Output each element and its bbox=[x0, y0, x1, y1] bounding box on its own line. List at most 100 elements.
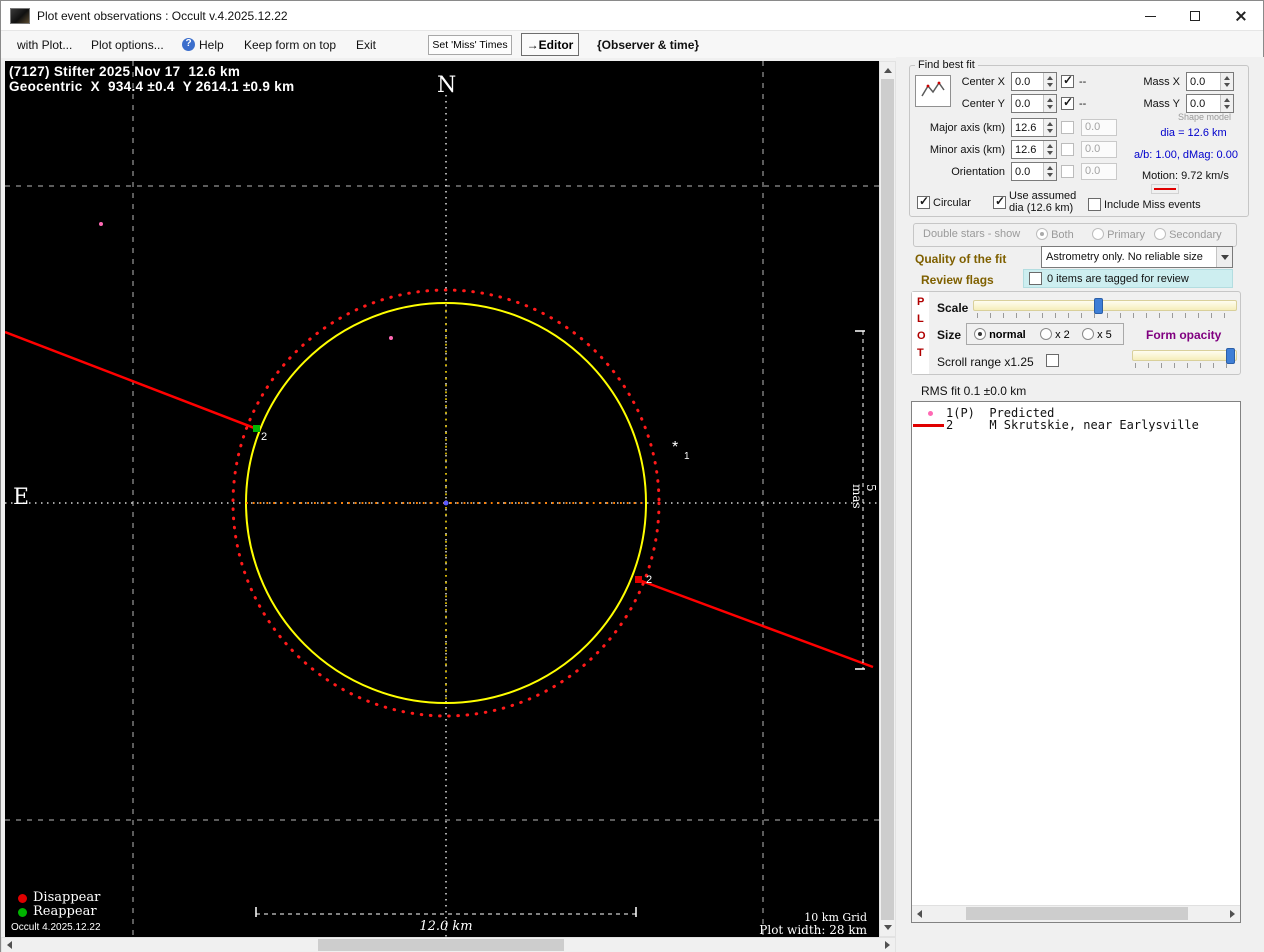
reappear-dot-icon bbox=[18, 908, 27, 917]
scroll-right-icon[interactable] bbox=[1230, 910, 1235, 918]
rms-fit-label: RMS fit 0.1 ±0.0 km bbox=[921, 384, 1027, 398]
plot-header-line1: (7127) Stifter 2025 Nov 17 12.6 km bbox=[9, 64, 241, 79]
legend-reappear-label: Reappear bbox=[33, 904, 97, 919]
spinner-arrows-icon[interactable] bbox=[1220, 73, 1233, 90]
spinner-arrows-icon[interactable] bbox=[1043, 73, 1056, 90]
horizontal-scroll-thumb[interactable] bbox=[318, 939, 564, 951]
dropdown-arrow-icon[interactable] bbox=[1216, 247, 1232, 267]
center-x-alt-label: -- bbox=[1079, 76, 1087, 88]
minor-axis-alt-field: 0.0 bbox=[1081, 141, 1117, 158]
set-miss-times-button[interactable]: Set 'Miss' Times bbox=[428, 35, 512, 55]
plot-horizontal-scrollbar[interactable] bbox=[1, 937, 896, 952]
spinner-arrows-icon[interactable] bbox=[1043, 141, 1056, 158]
spinner-arrows-icon[interactable] bbox=[1043, 119, 1056, 136]
minor-axis-checkbox[interactable] bbox=[1061, 143, 1074, 156]
scroll-left-icon[interactable] bbox=[917, 910, 922, 918]
radio-icon bbox=[974, 328, 986, 340]
review-flags-label: Review flags bbox=[921, 273, 994, 287]
title-bar: Plot event observations : Occult v.4.202… bbox=[1, 1, 1263, 31]
editor-button[interactable]: →Editor bbox=[521, 33, 579, 56]
center-dot bbox=[443, 500, 449, 506]
scale-slider-track[interactable] bbox=[973, 298, 1237, 314]
minor-axis-spinner[interactable]: 12.6 bbox=[1011, 140, 1057, 159]
find-best-fit-title: Find best fit bbox=[915, 59, 978, 71]
plot-vertical-scrollbar[interactable] bbox=[879, 61, 896, 937]
spinner-arrows-icon[interactable] bbox=[1220, 95, 1233, 112]
size-option-normal[interactable]: normal bbox=[974, 328, 1026, 341]
chord-2-egress-line[interactable] bbox=[638, 578, 874, 669]
spinner-arrows-icon[interactable] bbox=[1043, 163, 1056, 180]
chord1-number-label: 2 bbox=[261, 431, 268, 443]
form-opacity-label: Form opacity bbox=[1146, 328, 1222, 342]
spinner-arrows-icon[interactable] bbox=[1043, 95, 1056, 112]
scale-slider-thumb[interactable] bbox=[1094, 298, 1103, 314]
chord-2-ingress-line[interactable] bbox=[5, 330, 258, 431]
vertical-scroll-thumb[interactable] bbox=[881, 79, 894, 920]
star-marker-asterisk: * bbox=[672, 439, 679, 456]
menu-keep-form-on-top[interactable]: Keep form on top bbox=[244, 38, 336, 52]
plot-letter-t: T bbox=[917, 347, 924, 359]
double-stars-title: Double stars - show bbox=[923, 228, 1021, 240]
orientation-spinner[interactable]: 0.0 bbox=[1011, 162, 1057, 181]
include-miss-events-checkbox[interactable] bbox=[1088, 198, 1101, 211]
circular-checkbox[interactable] bbox=[917, 194, 930, 209]
center-y-checkbox[interactable] bbox=[1061, 95, 1074, 110]
center-x-checkbox[interactable] bbox=[1061, 73, 1074, 88]
double-stars-option-both[interactable]: Both bbox=[1036, 228, 1074, 241]
center-y-spinner[interactable]: 0.0 bbox=[1011, 94, 1057, 113]
help-icon[interactable] bbox=[182, 38, 195, 51]
observations-listbox[interactable]: 1(P) Predicted 2 M Skrutskie, near Early… bbox=[911, 401, 1241, 923]
app-window: Plot event observations : Occult v.4.202… bbox=[0, 0, 1264, 952]
scroll-down-icon[interactable] bbox=[884, 925, 892, 930]
double-stars-option-primary[interactable]: Primary bbox=[1092, 228, 1145, 241]
radio-icon bbox=[1040, 328, 1052, 340]
menu-plot-options[interactable]: Plot options... bbox=[91, 38, 164, 52]
close-button[interactable] bbox=[1218, 1, 1263, 31]
review-flags-checkbox[interactable] bbox=[1029, 272, 1042, 285]
plot-letter-o: O bbox=[917, 330, 926, 342]
size-option-x2[interactable]: x 2 bbox=[1040, 328, 1070, 341]
scroll-left-icon[interactable] bbox=[7, 941, 12, 949]
menu-with-plot[interactable]: with Plot... bbox=[17, 38, 72, 52]
major-axis-spinner[interactable]: 12.6 bbox=[1011, 118, 1057, 137]
scale-bar-label: 12.0 km bbox=[419, 919, 473, 934]
mass-x-spinner[interactable]: 0.0 bbox=[1186, 72, 1234, 91]
observation-row[interactable]: 2 M Skrutskie, near Earlysville bbox=[946, 418, 1199, 432]
chord-color-icon bbox=[913, 424, 944, 427]
mass-y-value: 0.0 bbox=[1190, 98, 1206, 110]
reappear-marker[interactable] bbox=[253, 425, 260, 432]
orientation-checkbox[interactable] bbox=[1061, 165, 1074, 178]
center-y-label: Center Y bbox=[961, 98, 1005, 110]
major-axis-value: 12.6 bbox=[1015, 122, 1037, 134]
menu-help[interactable]: Help bbox=[199, 38, 224, 52]
menu-exit[interactable]: Exit bbox=[356, 38, 376, 52]
quality-of-fit-label: Quality of the fit bbox=[915, 252, 1007, 266]
disappear-marker[interactable] bbox=[635, 576, 642, 583]
star-number-label: 1 bbox=[684, 451, 690, 462]
maximize-icon bbox=[1190, 11, 1200, 21]
predicted-dot-1 bbox=[99, 222, 103, 226]
scroll-up-icon[interactable] bbox=[884, 68, 892, 73]
center-x-spinner[interactable]: 0.0 bbox=[1011, 72, 1057, 91]
option-secondary-label: Secondary bbox=[1169, 229, 1222, 241]
scroll-right-icon[interactable] bbox=[885, 941, 890, 949]
size-x2-label: x 2 bbox=[1055, 329, 1070, 341]
list-horizontal-scrollbar[interactable] bbox=[912, 905, 1240, 922]
mas-bar-label: 5 mas bbox=[850, 484, 878, 509]
form-opacity-slider-track[interactable] bbox=[1132, 348, 1237, 364]
size-option-x5[interactable]: x 5 bbox=[1082, 328, 1112, 341]
plot-area[interactable]: (7127) Stifter 2025 Nov 17 12.6 km Geoce… bbox=[5, 61, 879, 937]
use-assumed-dia-checkbox[interactable] bbox=[993, 194, 1006, 209]
option-both-label: Both bbox=[1051, 229, 1074, 241]
option-primary-label: Primary bbox=[1107, 229, 1145, 241]
shape-model-button[interactable] bbox=[1151, 184, 1179, 194]
quality-of-fit-dropdown[interactable]: Astrometry only. No reliable size bbox=[1041, 246, 1233, 268]
double-stars-option-secondary[interactable]: Secondary bbox=[1154, 228, 1222, 241]
maximize-button[interactable] bbox=[1173, 1, 1218, 31]
form-opacity-slider-thumb[interactable] bbox=[1226, 348, 1235, 364]
list-scroll-thumb[interactable] bbox=[966, 907, 1188, 920]
major-axis-checkbox[interactable] bbox=[1061, 121, 1074, 134]
minimize-button[interactable] bbox=[1128, 1, 1173, 31]
scroll-range-checkbox[interactable] bbox=[1046, 354, 1059, 367]
mass-y-spinner[interactable]: 0.0 bbox=[1186, 94, 1234, 113]
